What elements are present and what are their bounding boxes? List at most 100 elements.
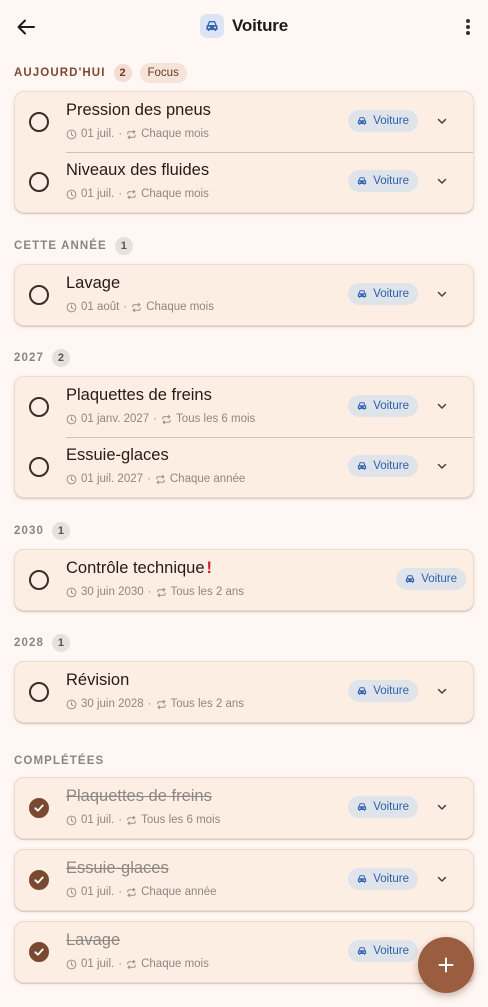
focus-chip[interactable]: Focus (139, 63, 187, 83)
task-row: Plaquettes de freins 01 juil. · Tous les 6 … (15, 778, 473, 838)
priority-marker: ! (206, 559, 213, 577)
task-title[interactable]: Pression des pneus (66, 101, 211, 120)
car-icon (358, 803, 367, 811)
category-chip[interactable]: Voiture (348, 455, 418, 477)
task-checkbox[interactable] (29, 285, 49, 305)
task-checkbox[interactable] (29, 112, 49, 132)
task-title-text: Essuie-glaces (66, 859, 169, 877)
task-checkbox[interactable] (29, 570, 49, 590)
task-card: Révision 30 juin 2028 · Tous les 2 ans Voitu… (14, 661, 474, 723)
chevron-down-icon (437, 291, 447, 297)
task-title-text: Pression des pneus (66, 101, 211, 119)
clock-icon (66, 699, 77, 709)
chevron-down-icon (437, 178, 447, 184)
task-checkbox[interactable] (29, 397, 49, 417)
recurrence: Chaque année (141, 886, 217, 898)
category-chip[interactable]: Voiture (396, 568, 466, 590)
recurrence: Tous les 6 mois (176, 413, 256, 425)
expand-button[interactable] (431, 283, 453, 305)
task-title[interactable]: Lavage (66, 274, 120, 293)
task-title[interactable]: Lavage (66, 931, 120, 950)
repeat-icon (156, 699, 166, 709)
car-icon (358, 462, 367, 470)
expand-button[interactable] (431, 110, 453, 132)
task-title[interactable]: Niveaux des fluides (66, 161, 209, 180)
expand-button[interactable] (431, 680, 453, 702)
clock-icon (66, 129, 77, 139)
expand-button[interactable] (431, 868, 453, 890)
task-card: Pression des pneus 01 juil. · Chaque mois Vo… (14, 91, 474, 213)
task-title[interactable]: Plaquettes de freins (66, 386, 212, 405)
car-icon (358, 875, 367, 883)
section-label: 2028 (14, 637, 44, 649)
task-checkbox[interactable] (29, 682, 49, 702)
category-chip-label: Voiture (373, 801, 409, 813)
chevron-down-icon (437, 118, 447, 124)
task-title[interactable]: Contrôle technique! (66, 559, 212, 578)
task-row: Essuie-glaces 01 juil. · Chaque année Voitur… (15, 850, 473, 910)
category-chip[interactable]: Voiture (348, 283, 418, 305)
due-date: 30 juin 2030 (81, 586, 144, 598)
clock-icon (66, 189, 77, 199)
task-title-text: Niveaux des fluides (66, 161, 210, 179)
meta-separator: · (118, 188, 123, 200)
task-title-text: Contrôle technique (66, 559, 205, 577)
car-icon (358, 402, 367, 410)
chevron-down-icon (437, 463, 447, 469)
completed-checkbox[interactable] (29, 798, 49, 818)
back-button[interactable] (12, 13, 40, 41)
category-chip[interactable]: Voiture (348, 170, 418, 192)
section-label: COMPLÉTÉES (14, 755, 105, 767)
repeat-icon (156, 587, 166, 597)
section-label: AUJOURD'HUI (14, 67, 106, 79)
chevron-down-icon (437, 688, 447, 694)
task-title[interactable]: Plaquettes de freins (66, 787, 212, 806)
car-icon (200, 14, 225, 38)
task-title[interactable]: Essuie-glaces (66, 859, 169, 878)
repeat-icon (127, 815, 136, 825)
task-row: Contrôle technique! 30 juin 2030 · Tous les… (15, 550, 473, 610)
due-date: 01 juil. (81, 958, 115, 970)
expand-button[interactable] (431, 395, 453, 417)
completed-checkbox[interactable] (29, 870, 49, 890)
section-header: 2030 1 (0, 520, 70, 542)
car-icon (358, 290, 367, 298)
task-card: Lavage 01 août · Chaque mois Voiture (14, 264, 474, 326)
expand-button[interactable] (431, 170, 453, 192)
more-options-button[interactable] (456, 13, 480, 41)
category-chip[interactable]: Voiture (348, 110, 418, 132)
task-title[interactable]: Révision (66, 671, 129, 690)
due-date: 01 juil. 2027 (81, 473, 144, 485)
task-title-text: Lavage (66, 274, 121, 292)
task-meta: 01 juil. · Tous les 6 mois (66, 814, 220, 826)
count-badge: 2 (51, 349, 70, 367)
expand-button[interactable] (431, 796, 453, 818)
task-checkbox[interactable] (29, 457, 49, 477)
category-chip-label: Voiture (373, 945, 409, 957)
due-date: 01 juil. (81, 814, 115, 826)
repeat-icon (132, 302, 141, 312)
due-date: 01 janv. 2027 (81, 413, 150, 425)
category-chip[interactable]: Voiture (348, 680, 418, 702)
category-chip[interactable]: Voiture (348, 868, 418, 890)
due-date: 01 juil. (81, 188, 115, 200)
meta-separator: · (123, 301, 128, 313)
clock-icon (66, 815, 77, 825)
repeat-icon (127, 129, 136, 139)
category-chip[interactable]: Voiture (348, 395, 418, 417)
due-date: 01 juil. (81, 128, 115, 140)
category-chip[interactable]: Voiture (348, 796, 418, 818)
add-task-button[interactable] (418, 937, 474, 993)
task-title-text: Plaquettes de freins (66, 386, 212, 404)
completed-checkbox[interactable] (29, 942, 49, 962)
task-title-text: Révision (66, 671, 130, 689)
count-badge: 2 (113, 64, 132, 82)
section-label: CETTE ANNÉE (14, 240, 107, 252)
task-checkbox[interactable] (29, 172, 49, 192)
plus-icon (438, 957, 454, 973)
task-title[interactable]: Essuie-glaces (66, 446, 169, 465)
expand-button[interactable] (431, 455, 453, 477)
category-chip[interactable]: Voiture (348, 940, 418, 962)
meta-separator: · (147, 473, 151, 485)
section-header: 2027 2 (0, 347, 70, 369)
